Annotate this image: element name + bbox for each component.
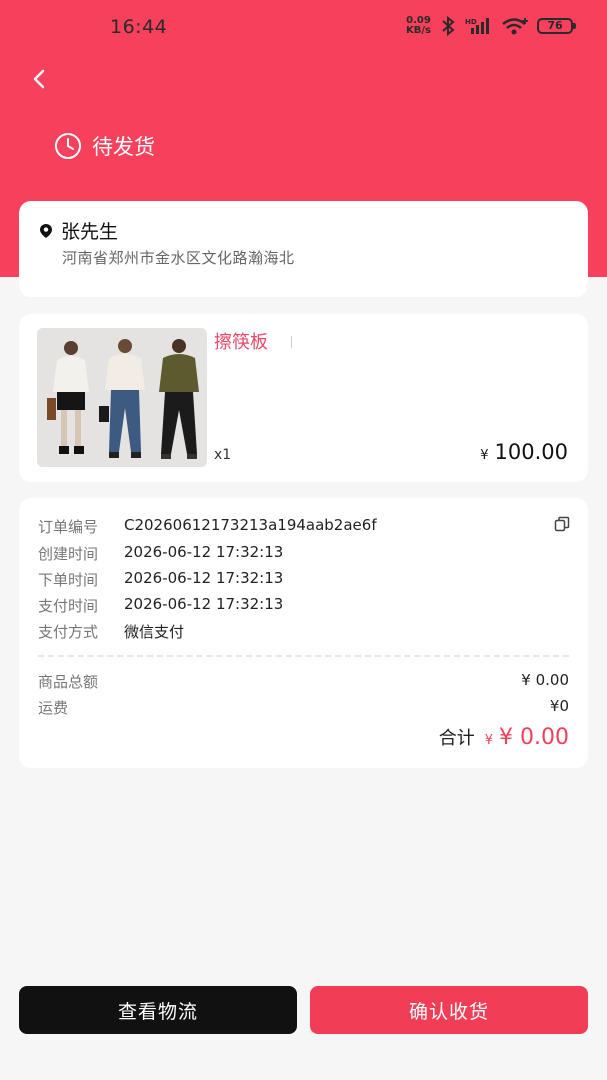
order-time-label: 下单时间 bbox=[38, 571, 99, 589]
back-button[interactable] bbox=[26, 64, 54, 94]
pay-time-label: 支付时间 bbox=[38, 597, 99, 615]
status-time: 16:44 bbox=[110, 16, 168, 38]
svg-text:HD: HD bbox=[465, 18, 477, 26]
shipping-value: ¥0 bbox=[549, 697, 569, 715]
product-photo-illustration bbox=[37, 328, 207, 467]
pay-time-value: 2026-06-12 17:32:13 bbox=[124, 595, 284, 613]
recipient-name: 张先生 bbox=[61, 221, 119, 243]
pay-method-row: 支付方式 微信支付 bbox=[38, 621, 184, 642]
copy-icon[interactable] bbox=[554, 516, 570, 532]
pay-method-value: 微信支付 bbox=[124, 623, 185, 641]
order-number-value: C20260612173213a194aab2ae6f bbox=[124, 516, 377, 534]
address-detail: 河南省郑州市金水区文化路瀚海北 bbox=[62, 249, 295, 267]
order-status: 待发货 bbox=[54, 131, 155, 161]
confirm-receipt-button[interactable]: 确认收货 bbox=[310, 986, 588, 1034]
clock-icon bbox=[55, 133, 81, 159]
order-time-row: 下单时间 2026-06-12 17:32:13 bbox=[38, 569, 283, 590]
price-currency: ¥ bbox=[480, 448, 489, 463]
location-pin-icon bbox=[40, 224, 52, 238]
total-currency-small: ¥ bbox=[484, 733, 494, 748]
chevron-left-icon bbox=[33, 69, 45, 89]
order-number-label: 订单编号 bbox=[38, 518, 99, 536]
create-time-row: 创建时间 2026-06-12 17:32:13 bbox=[38, 543, 283, 564]
order-time-value: 2026-06-12 17:32:13 bbox=[124, 569, 284, 587]
product-image[interactable] bbox=[37, 328, 207, 467]
dashed-divider bbox=[38, 655, 569, 657]
network-speed: 0.09 KB/s bbox=[406, 16, 431, 36]
product-title[interactable]: 擦筷板 bbox=[214, 328, 268, 354]
total-value: ¥ 0.00 bbox=[499, 725, 569, 750]
goods-total-label: 商品总额 bbox=[38, 673, 99, 691]
create-time-label: 创建时间 bbox=[38, 545, 99, 563]
shipping-row: 运费 ¥0 bbox=[38, 697, 569, 718]
cellular-signal-icon: HD bbox=[465, 18, 489, 34]
total-label: 合计 bbox=[438, 728, 475, 749]
order-info-card: 订单编号 C20260612173213a194aab2ae6f 创建时间 20… bbox=[19, 498, 588, 768]
goods-total-value: ¥ 0.00 bbox=[521, 671, 569, 689]
view-logistics-button[interactable]: 查看物流 bbox=[19, 986, 297, 1034]
address-card[interactable]: 张先生 河南省郑州市金水区文化路瀚海北 bbox=[19, 201, 588, 297]
total-row: 合计 ¥ ¥ 0.00 bbox=[439, 724, 569, 750]
battery-icon: 76 bbox=[537, 18, 576, 34]
price-value: 100.00 bbox=[494, 440, 568, 464]
order-number-row: 订单编号 C20260612173213a194aab2ae6f bbox=[38, 516, 377, 537]
shipping-label: 运费 bbox=[38, 699, 69, 717]
product-quantity: x1 bbox=[214, 447, 232, 463]
bluetooth-icon bbox=[442, 16, 455, 36]
goods-total-row: 商品总额 ¥ 0.00 bbox=[38, 671, 569, 692]
wifi-icon bbox=[502, 18, 528, 35]
network-speed-unit: KB/s bbox=[406, 25, 431, 36]
product-card[interactable]: 擦筷板 x1 ¥100.00 bbox=[19, 314, 588, 482]
create-time-value: 2026-06-12 17:32:13 bbox=[124, 543, 284, 561]
status-icons: 0.09 KB/s HD 76 bbox=[406, 16, 576, 36]
title-divider bbox=[291, 336, 292, 348]
product-price: ¥100.00 bbox=[480, 440, 568, 464]
pay-time-row: 支付时间 2026-06-12 17:32:13 bbox=[38, 595, 283, 616]
total-amount: ¥ ¥ 0.00 bbox=[485, 725, 569, 750]
order-status-label: 待发货 bbox=[92, 135, 155, 159]
status-bar: 16:44 0.09 KB/s HD 76 bbox=[0, 0, 607, 56]
pay-method-label: 支付方式 bbox=[38, 623, 99, 641]
